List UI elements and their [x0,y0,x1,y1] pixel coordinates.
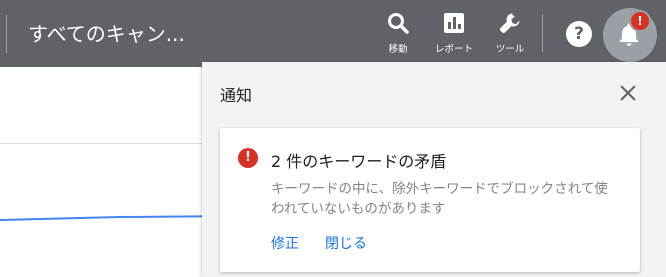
top-app-bar: すべてのキャン... 移動 レポート ツール ? ! [0,0,666,67]
report-icon [444,13,464,33]
reports-button[interactable]: レポート [428,8,480,60]
go-to-button[interactable]: 移動 [372,8,424,60]
header-divider [6,15,7,53]
notification-badge: ! [629,10,651,32]
go-to-label: 移動 [388,44,408,55]
notifications-button[interactable]: ! [603,8,657,62]
fix-link[interactable]: 修正 [271,233,299,253]
wrench-icon [500,13,520,33]
notification-card: ! 2 件のキーワードの矛盾 キーワードの中に、除外キーワードでブロックされて使… [220,128,640,272]
error-icon: ! [238,148,258,168]
dismiss-link[interactable]: 閉じる [325,233,367,253]
notification-title: 2 件のキーワードの矛盾 [271,152,447,171]
notification-actions: 修正 閉じる [271,233,367,253]
notification-description: キーワードの中に、除外キーワードでブロックされて使われていないものがあります [271,181,608,217]
search-icon [388,13,409,34]
notifications-panel-header: 通知 [202,62,666,124]
close-panel-button[interactable] [616,81,640,105]
reports-label: レポート [434,44,473,55]
page-title[interactable]: すべてのキャン... [28,18,185,47]
help-button[interactable]: ? [566,21,592,47]
header-divider-right [542,14,543,52]
notifications-panel: 通知 ! 2 件のキーワードの矛盾 キーワードの中に、除外キーワードでブロックさ… [202,62,666,277]
tools-button[interactable]: ツール [484,8,536,60]
close-icon [620,85,636,101]
tools-label: ツール [495,44,525,55]
notifications-panel-title: 通知 [220,86,253,105]
